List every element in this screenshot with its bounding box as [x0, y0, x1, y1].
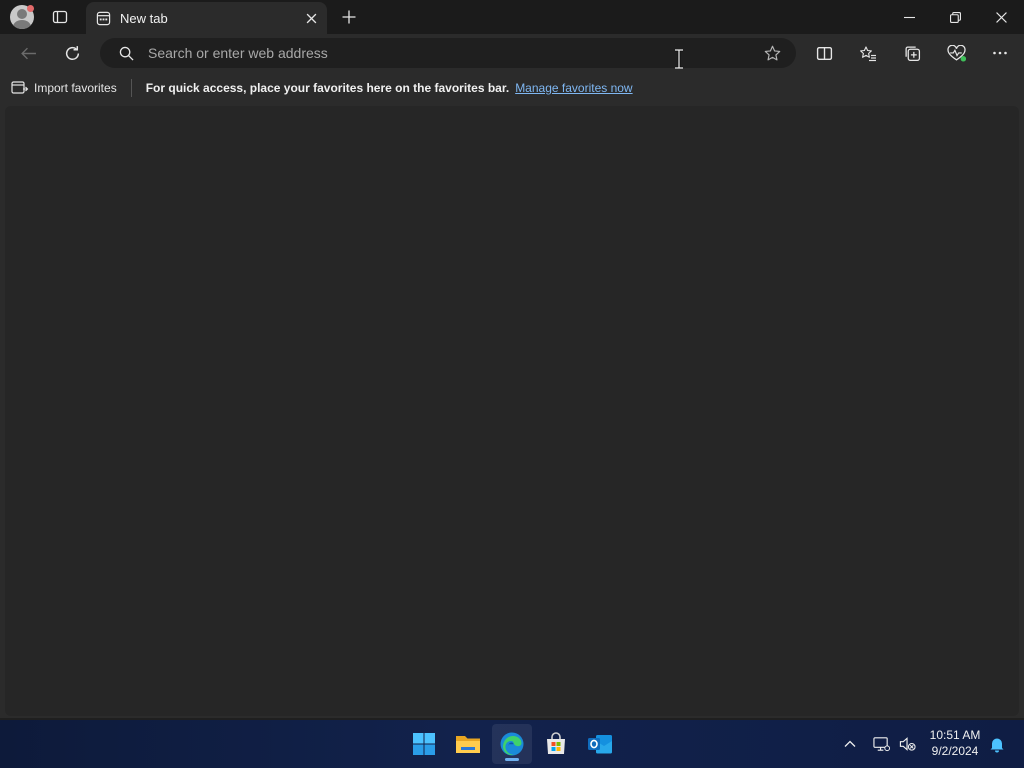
profile-notification-dot [27, 5, 34, 12]
tab-new-tab[interactable]: New tab [86, 2, 327, 34]
back-arrow-icon [20, 47, 36, 59]
clock-date: 9/2/2024 [931, 744, 979, 758]
new-tab-button[interactable] [336, 4, 362, 30]
notifications-button[interactable] [986, 720, 1008, 768]
tab-actions-icon [52, 10, 68, 24]
heart-pulse-icon [946, 44, 966, 62]
new-tab-page-icon [96, 11, 111, 25]
title-bar: New tab [0, 0, 1024, 34]
favorites-button[interactable] [853, 38, 883, 68]
manage-favorites-link[interactable]: Manage favorites now [515, 81, 632, 95]
show-hidden-icons-button[interactable] [838, 720, 862, 768]
page-content[interactable] [5, 106, 1019, 716]
speaker-muted-icon [899, 737, 916, 751]
clock-time: 10:51 AM [929, 728, 981, 742]
file-explorer-icon [456, 736, 480, 753]
file-explorer-button[interactable] [448, 724, 488, 764]
tab-actions-button[interactable] [48, 6, 72, 28]
favorites-divider [130, 79, 132, 97]
browser-essentials-button[interactable] [941, 38, 971, 68]
address-input[interactable] [148, 39, 758, 67]
bell-icon [990, 738, 1004, 752]
start-button[interactable] [404, 724, 444, 764]
volume-button[interactable] [896, 720, 918, 768]
microsoft-store-icon [547, 732, 565, 754]
more-icon [993, 51, 1007, 55]
favorites-bar-message: For quick access, place your favorites h… [145, 81, 510, 95]
system-clock[interactable]: 10:51 AM 9/2/2024 [920, 727, 990, 759]
close-window-button[interactable] [978, 0, 1024, 34]
outlook-button[interactable] [580, 724, 620, 764]
split-screen-button[interactable] [809, 38, 839, 68]
network-button[interactable] [870, 720, 892, 768]
collections-button[interactable] [897, 38, 927, 68]
tab-title: New tab [120, 10, 168, 26]
minimize-button[interactable] [886, 0, 932, 34]
import-favorites-icon [11, 81, 29, 94]
minimize-icon [903, 16, 915, 18]
taskbar: 10:51 AM 9/2/2024 [0, 720, 1024, 768]
outlook-icon [588, 735, 612, 754]
import-favorites-label: Import favorites [34, 81, 117, 95]
back-button[interactable] [13, 38, 43, 68]
edge-taskbar-button[interactable] [492, 724, 532, 764]
search-icon [116, 43, 136, 63]
restore-icon [949, 11, 961, 23]
browser-toolbar [0, 34, 1024, 72]
text-cursor-icon [675, 49, 683, 69]
close-icon [306, 13, 316, 23]
split-screen-icon [816, 46, 832, 60]
settings-and-more-button[interactable] [985, 38, 1015, 68]
favorites-list-icon [860, 45, 876, 61]
edge-icon [500, 732, 524, 756]
active-app-indicator [505, 758, 519, 761]
address-bar[interactable] [100, 38, 796, 68]
tab-close-button[interactable] [299, 6, 323, 30]
network-display-icon [872, 737, 890, 752]
import-favorites-button[interactable]: Import favorites [11, 76, 131, 100]
microsoft-store-button[interactable] [536, 724, 576, 764]
start-icon [413, 733, 435, 755]
restore-button[interactable] [932, 0, 978, 34]
plus-icon [342, 10, 356, 24]
close-icon [995, 11, 1007, 23]
star-icon [764, 45, 780, 60]
refresh-button[interactable] [57, 38, 87, 68]
chevron-up-icon [844, 740, 856, 747]
collections-icon [904, 45, 920, 61]
favorites-bar: Import favorites For quick access, place… [0, 72, 1024, 104]
refresh-icon [65, 45, 79, 60]
add-favorite-button[interactable] [758, 39, 786, 67]
